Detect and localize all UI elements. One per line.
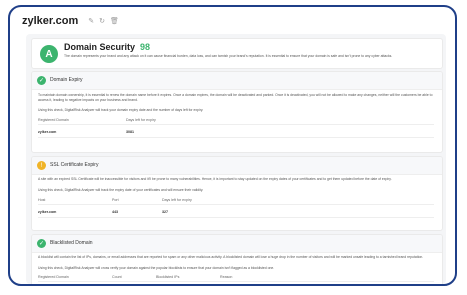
app-window: zylker.com ✎ ↻ 🗑 A Domain Security 98 Th… [8,5,457,286]
table-cell: zylker.com [38,130,57,134]
column-header: Host [38,198,46,202]
grade-badge: A [40,45,58,63]
domain-title: zylker.com [22,14,79,27]
table-header: Registered Domain Count Blocklisted IPs … [38,272,434,282]
delete-icon[interactable]: 🗑 [110,17,119,25]
column-header: Days left for expiry [162,198,192,202]
section-description: To maintain domain ownership, it is esse… [38,93,433,102]
table-cell: 443 [112,210,118,214]
table-row: zylker.com 3081 [38,125,434,138]
section-title: SSL Certificate Expiry [50,162,99,168]
section-ssl-expiry: ! SSL Certificate Expiry A site with an … [31,156,443,231]
section-domain-expiry: ✓ Domain Expiry To maintain domain owner… [31,71,443,153]
table-cell: zylker.com [38,210,57,214]
warning-icon: ! [37,161,46,170]
section-check-text: Using this check, DigitalRisk Analyzer w… [38,188,204,192]
blocklist-table: Registered Domain Count Blocklisted IPs … [38,272,434,282]
table-header: Registered Domain Days left for expiry [38,115,434,125]
section-header[interactable]: ✓ Blacklisted Domain [32,235,442,253]
report-content: A Domain Security 98 The domain represen… [26,34,446,284]
score-header: A Domain Security 98 The domain represen… [31,38,443,69]
section-title: Domain Expiry [50,77,83,83]
column-header: Days left for expiry [126,118,156,122]
expiry-table: Registered Domain Days left for expiry z… [38,115,434,138]
column-header: Registered Domain [38,118,69,122]
section-title: Blacklisted Domain [50,240,93,246]
top-bar: zylker.com ✎ ↻ 🗑 [10,7,455,34]
edit-icon[interactable]: ✎ [88,17,94,25]
security-score: 98 [140,42,151,52]
column-header: Reason [220,275,233,279]
section-description: A site with an expired SSL Certificate w… [38,177,392,181]
section-blacklisted-domain: ✓ Blacklisted Domain A blocklist will co… [31,234,443,284]
column-header: Blocklisted IPs [156,275,180,279]
column-header: Registered Domain [38,275,69,279]
section-header[interactable]: ✓ Domain Expiry [32,72,442,90]
ssl-table: Host Port Days left for expiry zylker.co… [38,195,434,218]
refresh-icon[interactable]: ↻ [99,17,105,25]
table-cell: 3081 [126,130,134,134]
topbar-icons: ✎ ↻ 🗑 [83,17,119,25]
section-check-text: Using this check, DigitalRisk Analyzer w… [38,266,275,270]
table-row: zylker.com 443 327 [38,205,434,218]
table-cell: 327 [162,210,168,214]
page-title: Domain Security [64,42,136,52]
table-header: Host Port Days left for expiry [38,195,434,205]
check-icon: ✓ [37,76,46,85]
page-description: The domain represents your brand and any… [64,54,393,58]
column-header: Port [112,198,119,202]
section-check-text: Using this check, DigitalRisk Analyzer w… [38,108,204,112]
section-description: A blocklist will contain the list of IPs… [38,255,424,259]
section-header[interactable]: ! SSL Certificate Expiry [32,157,442,175]
column-header: Count [112,275,122,279]
check-icon: ✓ [37,239,46,248]
